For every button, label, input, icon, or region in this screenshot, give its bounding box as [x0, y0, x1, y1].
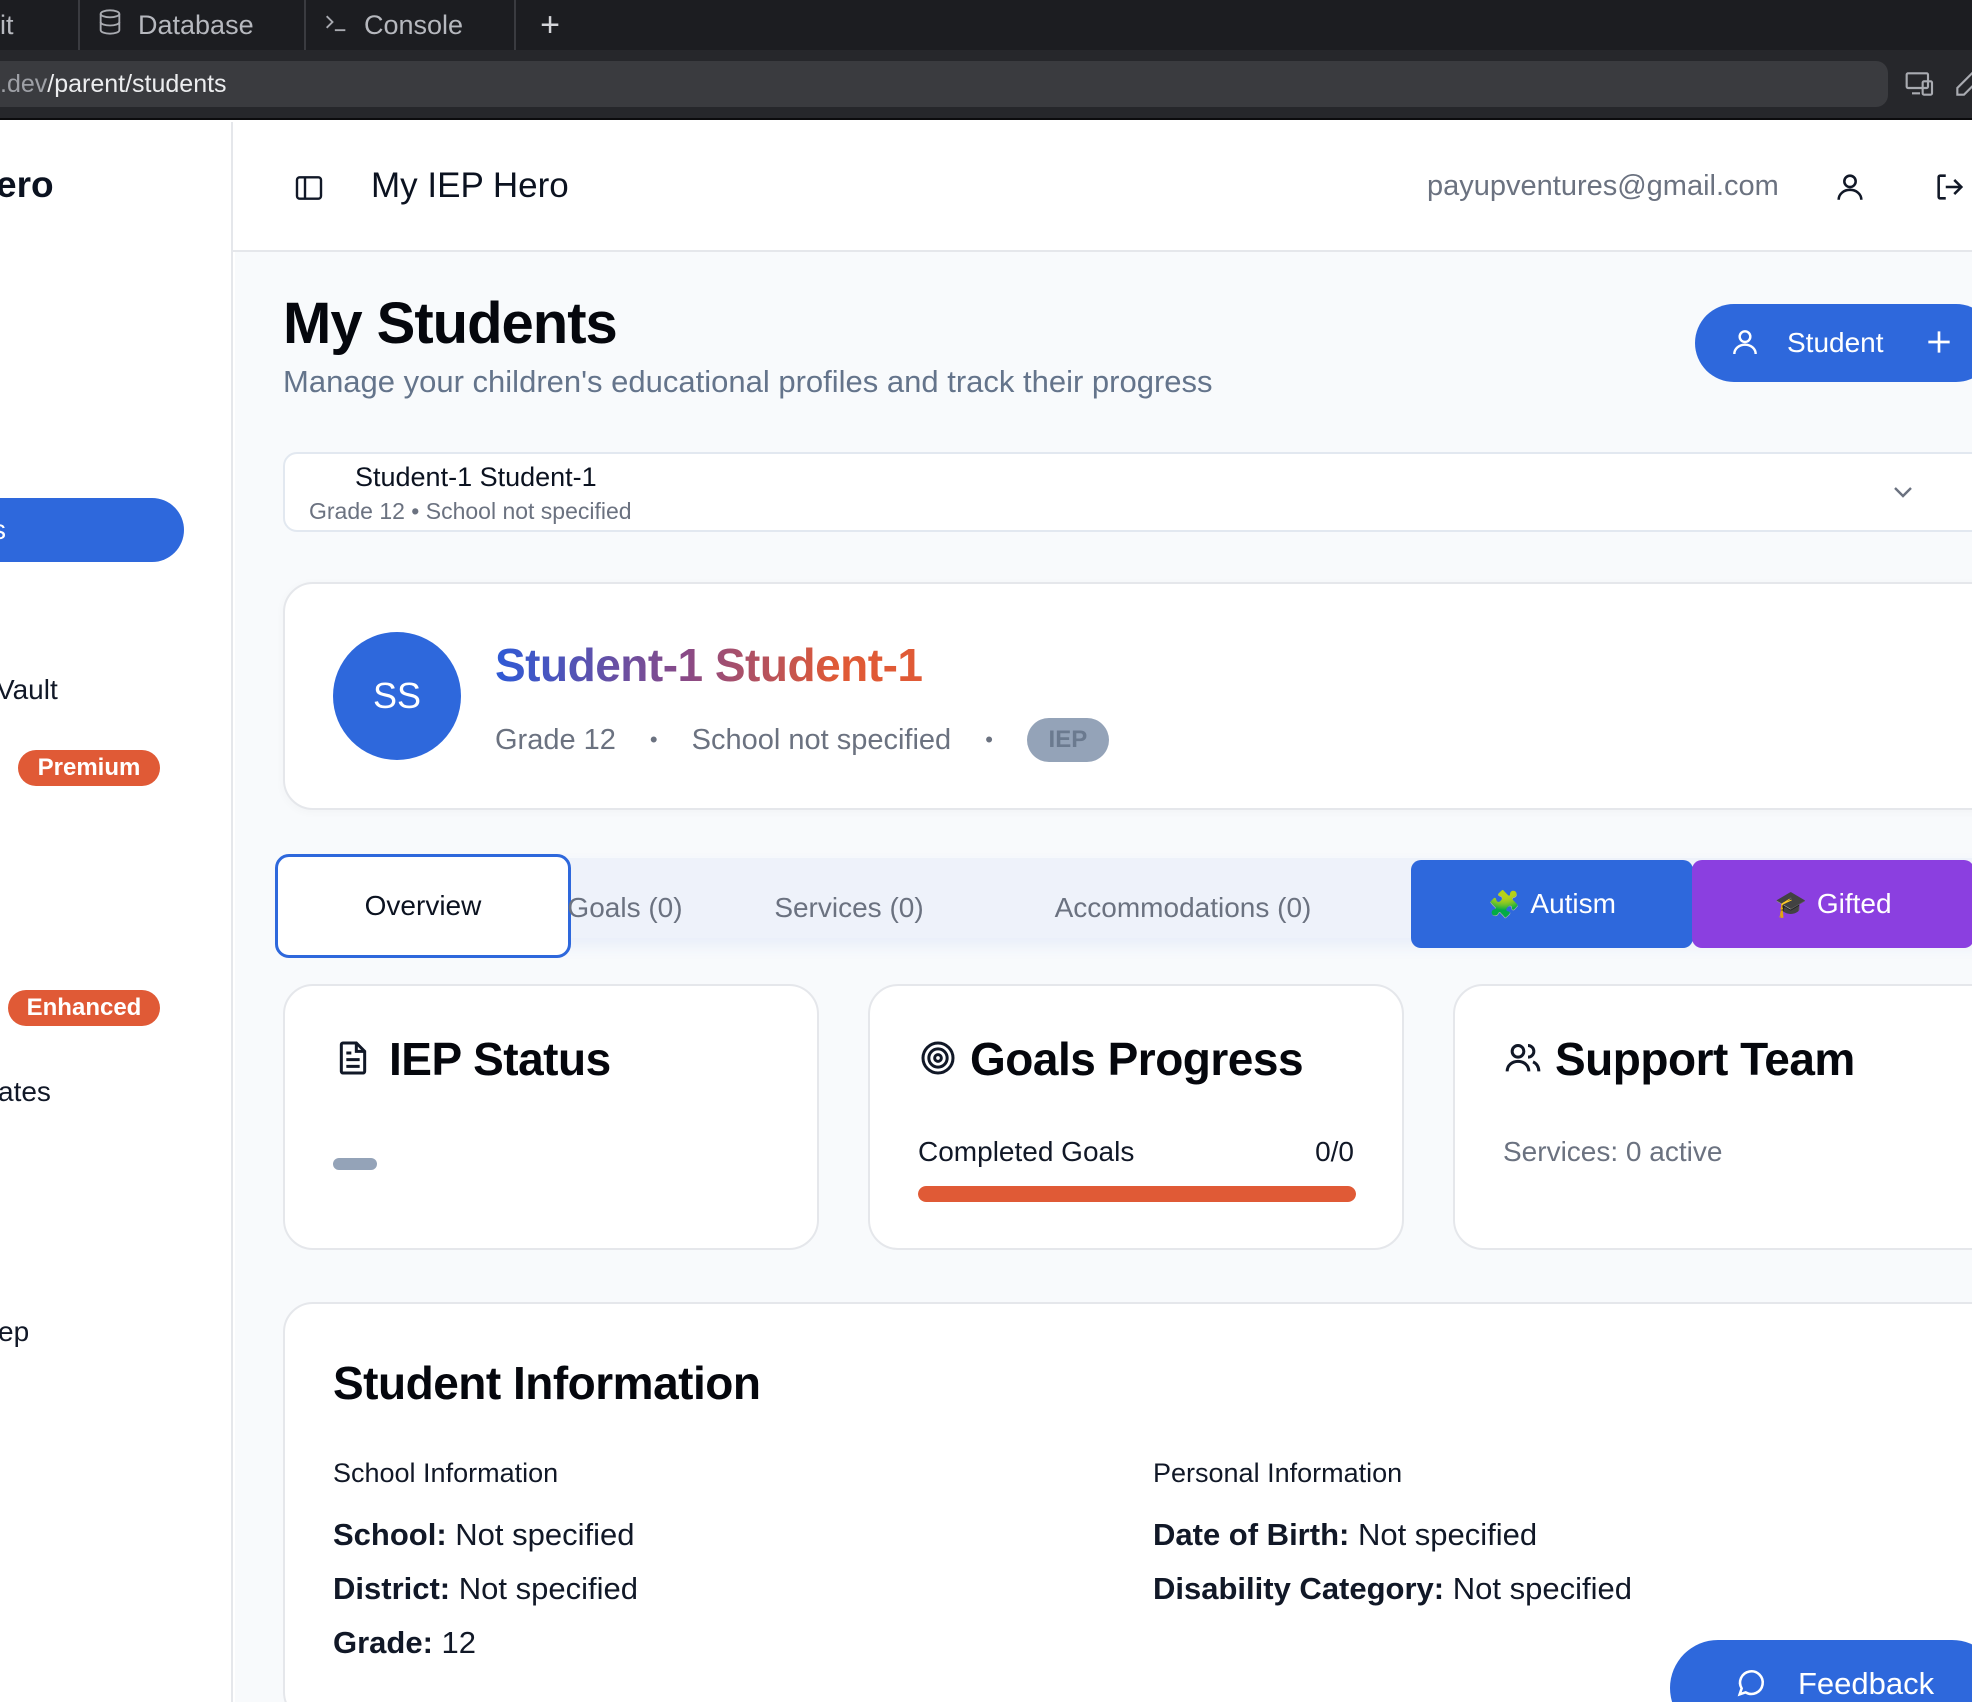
iep-badge: IEP [1026, 718, 1109, 762]
tab-autism[interactable]: 🧩 Autism [1411, 860, 1693, 948]
personal-information-heading: Personal Information [1153, 1458, 1403, 1488]
school-information-heading: School Information [333, 1458, 559, 1488]
tab-services[interactable]: Services (0) [727, 858, 971, 958]
tab-gifted-label: Gifted [1816, 888, 1892, 919]
services-count: Services: 0 active [1503, 1136, 1723, 1167]
sidebar-toggle-icon[interactable] [293, 172, 325, 204]
page-title: My Students [283, 291, 618, 356]
dob-row: Date of Birth: Not specified [1153, 1517, 1632, 1553]
student-school: School not specified [691, 723, 952, 756]
tab-accommodations[interactable]: Accommodations (0) [951, 858, 1415, 958]
school-value: Not specified [455, 1517, 635, 1552]
student-information-title: Student Information [333, 1357, 761, 1409]
url-host: .dev [0, 69, 48, 98]
tab-label: it [0, 9, 14, 40]
loading-skeleton [333, 1158, 377, 1170]
support-team-card: Support Team Services: 0 active [1453, 984, 1972, 1250]
grade-value: 12 [441, 1625, 477, 1660]
completed-goals-label: Completed Goals [918, 1136, 1135, 1167]
student-meta: Grade 12 • School not specified • IEP [495, 718, 1109, 762]
iep-status-title: IEP Status [389, 1033, 611, 1085]
sidebar-item-templates[interactable]: ates [0, 1076, 51, 1108]
document-icon [333, 1038, 373, 1078]
separator: • [985, 727, 993, 752]
district-row: District: Not specified [333, 1571, 638, 1607]
district-value: Not specified [458, 1571, 638, 1606]
feedback-label: Feedback [1798, 1666, 1935, 1701]
database-icon [96, 8, 124, 43]
school-label: School: [333, 1517, 447, 1552]
tab-gifted[interactable]: 🎓 Gifted [1692, 860, 1972, 948]
user-profile-icon[interactable] [1833, 170, 1867, 204]
avatar: SS [333, 632, 461, 760]
pen-icon[interactable] [1952, 68, 1972, 100]
student-tabs: Overview Goals (0) Services (0) Accommod… [275, 854, 1972, 958]
tab-goals[interactable]: Goals (0) [503, 858, 747, 958]
student-name: Student-1 Student-1 [495, 639, 923, 691]
student-selector[interactable]: Student-1 Student-1 Grade 12 • School no… [283, 452, 1972, 532]
user-icon [1729, 326, 1761, 358]
sidebar-item-students[interactable]: s [0, 498, 184, 562]
sidebar-item-help[interactable]: ep [0, 1316, 29, 1348]
disability-value: Not specified [1452, 1571, 1632, 1606]
chat-bubble-icon [1734, 1666, 1768, 1700]
disability-row: Disability Category: Not specified [1153, 1571, 1632, 1607]
completed-goals-value: 0/0 [1315, 1136, 1354, 1167]
personal-information-section: Personal Information Date of Birth: Not … [1153, 1458, 1632, 1625]
address-bar-area: .dev/parent/students [0, 50, 1972, 120]
selected-student-meta: Grade 12 • School not specified [309, 498, 632, 524]
sidebar-brand: ero [0, 164, 54, 205]
dob-value: Not specified [1357, 1517, 1538, 1552]
district-label: District: [333, 1571, 451, 1606]
top-header: My IEP Hero payupventures@gmail.com [233, 122, 1972, 252]
page-subtitle: Manage your children's educational profi… [283, 364, 1213, 399]
browser-tab-console[interactable]: Console [306, 0, 516, 50]
browser-tab-database[interactable]: Database [80, 0, 306, 50]
url-path: /parent/students [47, 69, 227, 98]
app-title: My IEP Hero [371, 166, 569, 205]
tab-label: Database [138, 9, 254, 40]
browser-tab-git[interactable]: it [0, 0, 80, 50]
goals-progress-card: Goals Progress Completed Goals 0/0 [868, 984, 1404, 1250]
iep-status-card: IEP Status [283, 984, 819, 1250]
add-student-button[interactable]: Student [1695, 304, 1972, 382]
tab-label: Console [364, 9, 464, 40]
disability-label: Disability Category: [1153, 1571, 1445, 1606]
student-profile-card: SS Student-1 Student-1 Grade 12 • School… [283, 582, 1972, 810]
grade-label: Grade: [333, 1625, 433, 1660]
chevron-down-icon [1887, 476, 1919, 508]
support-team-title: Support Team [1555, 1033, 1855, 1085]
address-bar[interactable]: .dev/parent/students [0, 61, 1888, 107]
add-student-label: Student [1787, 327, 1884, 358]
plus-icon [1923, 326, 1955, 358]
separator: • [649, 727, 658, 752]
selected-student-name: Student-1 Student-1 [355, 462, 597, 492]
main-content: My Students Manage your children's educa… [235, 252, 1972, 1702]
tab-autism-label: Autism [1530, 888, 1616, 919]
school-row: School: Not specified [333, 1517, 638, 1553]
goals-progress-title: Goals Progress [970, 1033, 1304, 1085]
puzzle-icon: 🧩 [1488, 888, 1521, 919]
goals-progress-fill [918, 1186, 1356, 1202]
browser-tab-bar: it Database Console + [0, 0, 1972, 50]
logout-icon[interactable] [1933, 170, 1967, 204]
user-email: payupventures@gmail.com [1427, 170, 1779, 202]
target-icon [918, 1038, 958, 1078]
graduation-cap-icon: 🎓 [1774, 888, 1807, 919]
school-information-section: School Information School: Not specified… [333, 1458, 638, 1679]
enhanced-badge: Enhanced [8, 990, 160, 1026]
feedback-button[interactable]: Feedback [1670, 1640, 1972, 1702]
users-icon [1503, 1038, 1543, 1078]
device-preview-icon[interactable] [1904, 68, 1936, 100]
dob-label: Date of Birth: [1153, 1517, 1350, 1552]
sidebar-item-vault[interactable]: Vault [0, 674, 58, 706]
grade-row: Grade: 12 [333, 1625, 638, 1661]
student-grade: Grade 12 [495, 723, 616, 756]
goals-progress-bar [918, 1186, 1356, 1202]
premium-badge: Premium [18, 750, 160, 786]
terminal-icon [322, 8, 350, 43]
new-tab-button[interactable]: + [530, 0, 570, 50]
sidebar: ero s Vault Premium Enhanced ates ep [0, 122, 233, 1702]
